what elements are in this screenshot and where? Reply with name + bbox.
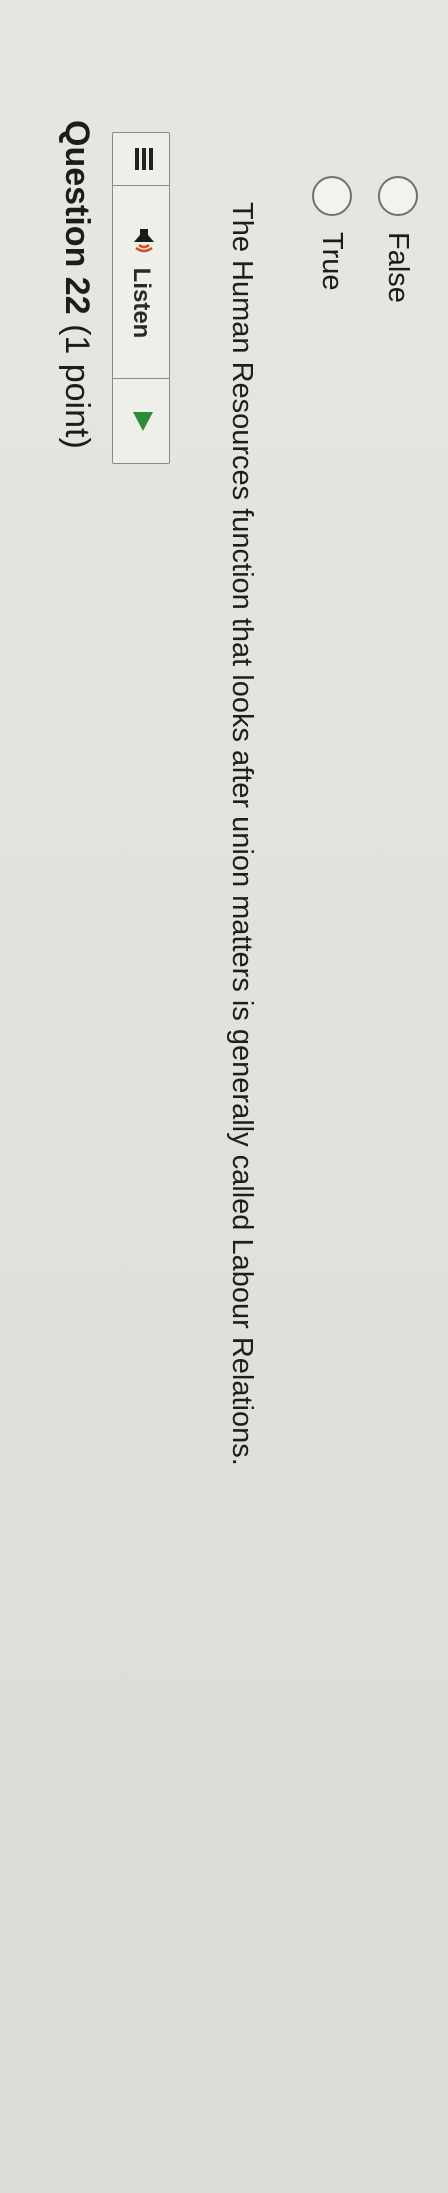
listen-toolbar: Listen bbox=[112, 132, 170, 464]
rotated-content: Question 22 (1 point) Listen The Human R… bbox=[0, 0, 448, 2193]
speaker-icon bbox=[123, 226, 160, 256]
play-button[interactable] bbox=[113, 379, 169, 463]
question-points: (1 point) bbox=[58, 324, 96, 449]
option-true[interactable]: True bbox=[312, 176, 352, 291]
option-false-label: False bbox=[382, 232, 415, 303]
radio-false[interactable] bbox=[378, 176, 418, 216]
option-false[interactable]: False bbox=[378, 176, 418, 303]
grip-lines-icon bbox=[127, 144, 155, 174]
option-true-label: True bbox=[316, 232, 349, 291]
listen-button[interactable]: Listen bbox=[113, 186, 169, 379]
play-icon bbox=[126, 408, 157, 434]
listen-label: Listen bbox=[128, 267, 155, 339]
question-text: The Human Resources function that looks … bbox=[226, 202, 258, 1466]
radio-true[interactable] bbox=[312, 176, 352, 216]
page: Question 22 (1 point) Listen The Human R… bbox=[0, 0, 448, 2193]
toolbar-handle[interactable] bbox=[113, 133, 169, 186]
question-title: Question 22 (1 point) bbox=[57, 120, 96, 449]
question-label: Question 22 bbox=[58, 120, 96, 315]
